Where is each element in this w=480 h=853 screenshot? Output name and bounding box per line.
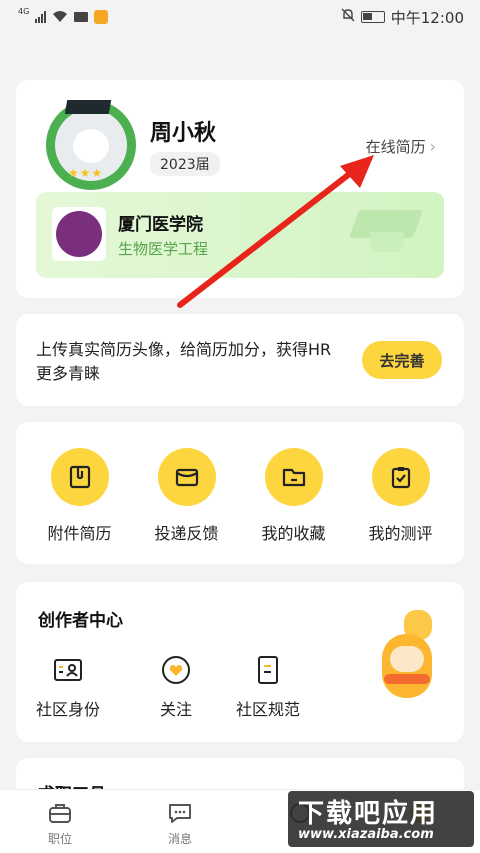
attachment-resume-icon <box>50 448 109 506</box>
tab-jobs[interactable]: 职位 <box>0 790 120 853</box>
folder-icon <box>264 448 323 506</box>
tip-text: 上传真实简历头像，给简历加分，获得HR更多青睐 <box>36 340 332 383</box>
graduation-cap-icon <box>64 100 112 114</box>
creator-item-label: 社区身份 <box>35 700 100 719</box>
shortcut-attachment-resume[interactable]: 附件简历 <box>30 448 130 564</box>
document-icon <box>258 656 278 684</box>
delivery-feedback-icon <box>157 448 216 506</box>
school-name: 厦门医学院 <box>118 215 203 235</box>
wifi-icon <box>52 8 68 26</box>
creator-center-card: 创作者中心 社区身份 关注 社区规范 <box>16 582 464 742</box>
online-resume-link[interactable]: 在线简历 › <box>366 136 436 157</box>
shortcuts-card: 附件简历 投递反馈 我的收藏 我的测评 <box>16 422 464 564</box>
creator-item-label: 社区规范 <box>235 700 300 719</box>
clock: 中午12:00 <box>390 8 464 27</box>
heart-icon <box>162 656 190 684</box>
tab-messages[interactable]: 消息 <box>120 790 240 853</box>
shortcut-label: 我的测评 <box>368 524 433 543</box>
shortcut-label: 投递反馈 <box>154 524 219 543</box>
watermark-url: www.xiazaiba.com <box>298 827 434 842</box>
creator-item-label: 关注 <box>159 700 192 719</box>
shortcut-label: 附件简历 <box>47 524 112 543</box>
creator-item-community-rules[interactable]: 社区规范 <box>228 654 308 720</box>
mail-icon <box>74 12 89 22</box>
complete-profile-button[interactable]: 去完善 <box>362 341 442 379</box>
creator-center-title: 创作者中心 <box>38 611 123 631</box>
profile-card: ★★★ 周小秋 2023届 在线简历 › 厦门医学院 生物医学工程 <box>16 80 464 298</box>
watermark: 下载吧应用 www.xiazaiba.com <box>288 791 474 847</box>
shortcut-label: 我的收藏 <box>261 524 326 543</box>
school-logo <box>52 207 106 261</box>
major-name: 生物医学工程 <box>118 240 209 258</box>
status-right: 中午12:00 <box>341 7 464 28</box>
briefcase-icon <box>49 804 71 823</box>
mascot-illustration <box>374 610 438 706</box>
shortcut-my-favorites[interactable]: 我的收藏 <box>244 448 344 564</box>
shortcut-my-assessment[interactable]: 我的测评 <box>351 448 451 564</box>
battery-icon <box>360 11 385 23</box>
avatar-tip-card: 上传真实简历头像，给简历加分，获得HR更多青睐 去完善 <box>16 314 464 406</box>
watermark-title: 下载吧应用 <box>298 799 439 829</box>
chat-icon <box>169 804 191 823</box>
id-card-icon <box>54 659 82 681</box>
shortcut-delivery-feedback[interactable]: 投递反馈 <box>137 448 237 564</box>
signal-icon <box>35 11 47 23</box>
graduation-hat-decoration-icon <box>348 210 424 254</box>
creator-item-community-identity[interactable]: 社区身份 <box>28 654 108 720</box>
status-left: 4G <box>18 6 109 26</box>
creator-item-follow[interactable]: 关注 <box>136 654 216 720</box>
app-notification-icon <box>94 10 109 24</box>
clipboard-check-icon <box>371 448 430 506</box>
status-bar: 4G 中午12:00 <box>0 0 480 34</box>
grad-year-badge: 2023届 <box>150 152 220 176</box>
mute-icon <box>341 8 355 26</box>
tab-label: 消息 <box>167 832 192 846</box>
online-resume-label: 在线简历 <box>365 138 426 156</box>
school-panel[interactable]: 厦门医学院 生物医学工程 <box>36 192 444 278</box>
network-type: 4G <box>18 6 30 16</box>
stars-icon: ★★★ <box>68 166 104 180</box>
tab-label: 职位 <box>47 832 72 846</box>
user-name: 周小秋 <box>150 121 217 146</box>
chevron-right-icon: › <box>429 137 436 156</box>
